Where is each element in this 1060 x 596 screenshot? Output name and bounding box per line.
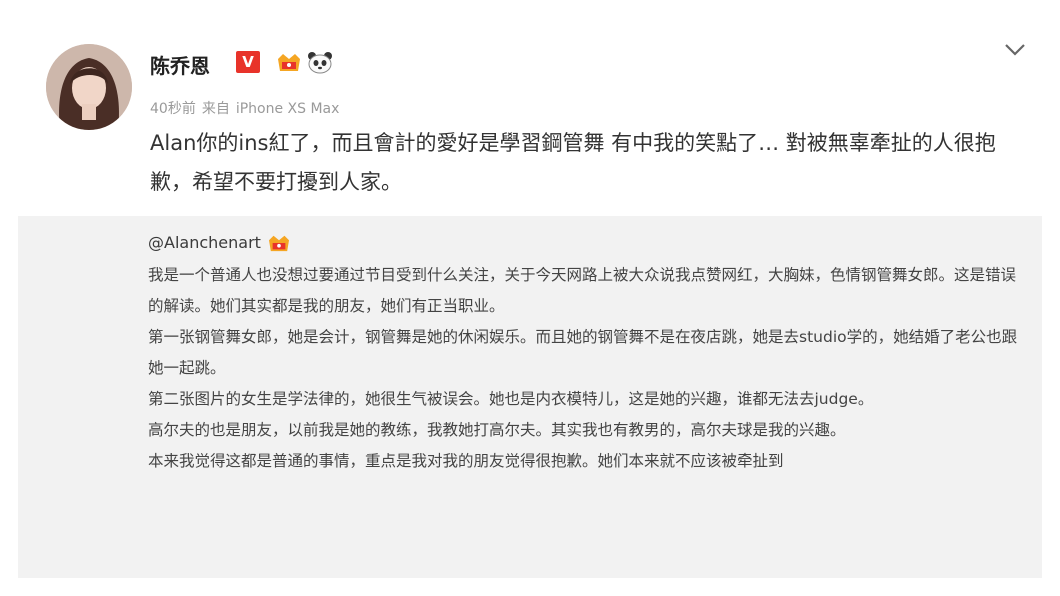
weibo-post-card: 陈乔恩 V 40秒前 来自 iPhone XS Max Alan你的ins紅了，而且… <box>18 16 1042 578</box>
crown-badge-icon <box>268 235 289 252</box>
repost-block: @Alanchenart 我是一个普通人也没想过要通过节目受到什么关注，关于今天… <box>18 216 1042 578</box>
device-source[interactable]: iPhone XS Max <box>236 101 340 117</box>
repost-author-link[interactable]: @Alanchenart <box>148 226 261 260</box>
post-text: Alan你的ins紅了，而且會計的愛好是學習鋼管舞 有中我的笑點了… 對被無辜牽… <box>150 131 996 194</box>
repost-paragraph-3: 第二张图片的女生是学法律的，她很生气被误会。她也是内衣模特儿，这是她的兴趣，谁都… <box>148 390 874 408</box>
repost-author-row: @Alanchenart <box>148 226 1020 260</box>
repost-paragraph-5: 本来我觉得这都是普通的事情，重点是我对我的朋友觉得很抱歉。她们本来就不应该被牵扯… <box>148 452 784 470</box>
post-meta: 40秒前 来自 iPhone XS Max <box>150 98 345 118</box>
repost-paragraph-2: 第一张钢管舞女郎，她是会计，钢管舞是她的休闲娱乐。而且她的钢管舞不是在夜店跳，她… <box>148 328 1018 377</box>
verified-v-icon: V <box>236 51 260 73</box>
chevron-down-icon[interactable] <box>1004 42 1026 56</box>
repost-paragraph-1: 我是一个普通人也没想过要通过节目受到什么关注，关于今天网路上被大众说我点赞网红，… <box>148 266 1017 315</box>
panda-badge-icon <box>306 50 334 74</box>
post-time[interactable]: 40秒前 <box>150 101 196 117</box>
avatar[interactable] <box>46 44 132 130</box>
crown-badge-icon <box>276 51 302 73</box>
username[interactable]: 陈乔恩 <box>150 50 210 79</box>
source-prefix: 来自 <box>201 101 230 117</box>
repost-paragraph-4: 高尔夫的也是朋友，以前我是她的教练，我教她打高尔夫。其实我也有教男的，高尔夫球是… <box>148 421 846 439</box>
